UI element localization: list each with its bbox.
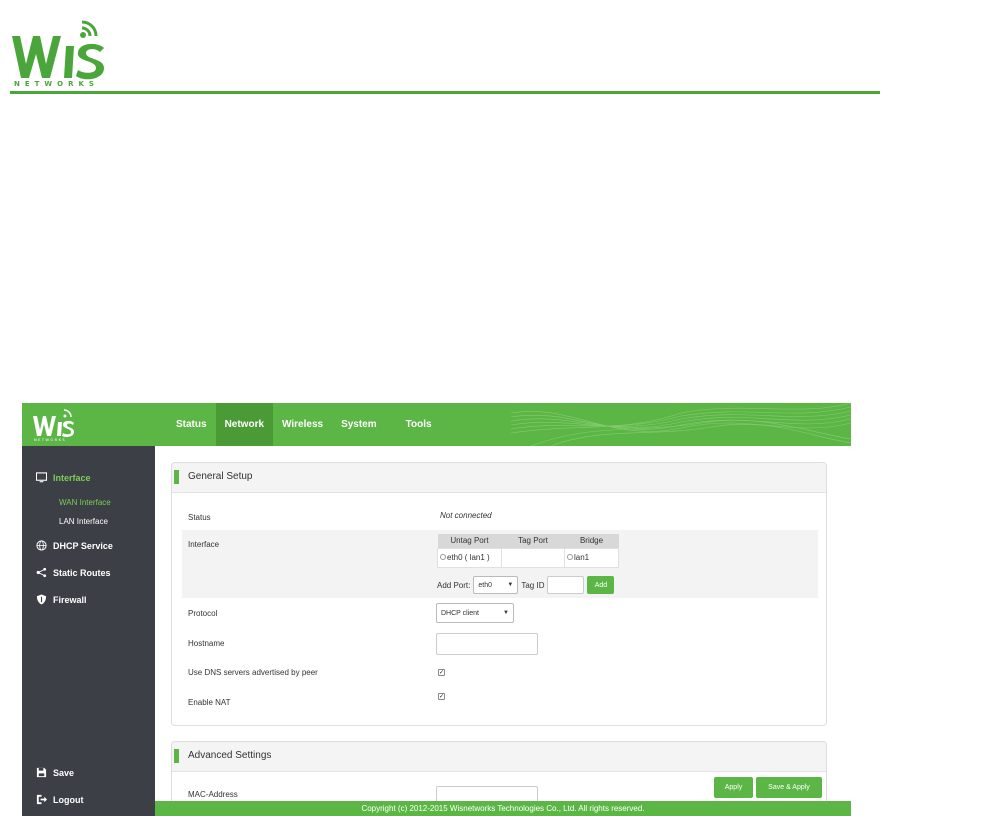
logo-sub-text: NETWORKS <box>14 80 99 88</box>
sidebar-item-dhcp[interactable]: DHCP Service <box>36 540 113 551</box>
untag-radio[interactable] <box>440 554 446 560</box>
dns-checkbox[interactable]: ✓ <box>438 669 445 676</box>
header-logo[interactable]: NETWORKS <box>32 408 76 442</box>
wis-networks-logo: NETWORKS <box>12 20 104 88</box>
sidebar-item-interface-label: Interface <box>53 472 91 483</box>
status-label: Status <box>188 513 211 522</box>
interface-label: Interface <box>188 540 220 549</box>
interface-row: Interface Untag Port Tag Port Bridge eth… <box>182 530 818 598</box>
globe-icon <box>36 540 47 551</box>
nav-system[interactable]: System <box>332 403 386 446</box>
main-nav: Status Network Wireless System Tools <box>167 403 441 446</box>
nav-status[interactable]: Status <box>167 403 216 446</box>
port-header-tag: Tag Port <box>501 534 565 548</box>
hostname-input[interactable] <box>436 633 538 655</box>
hostname-label: Hostname <box>188 639 225 648</box>
general-setup-panel: General Setup Status Not connected Inter… <box>171 462 827 726</box>
caret-down-icon: ▼ <box>507 582 514 588</box>
add-port-label: Add Port: <box>437 580 471 590</box>
general-setup-title: General Setup <box>188 471 253 482</box>
header-wave-decoration <box>511 403 851 446</box>
router-admin-app: NETWORKS Status Network Wireless System … <box>22 403 851 816</box>
bridge-value: lan1 <box>574 553 590 562</box>
tag-id-label: Tag ID <box>521 580 545 590</box>
untag-port-cell[interactable]: eth0 ( lan1 ) <box>437 547 502 568</box>
share-icon <box>36 567 47 578</box>
sidebar-item-interface[interactable]: Interface <box>36 472 91 483</box>
nat-checkbox[interactable]: ✓ <box>438 693 445 700</box>
general-setup-header: General Setup <box>172 463 826 493</box>
shield-icon <box>36 594 47 605</box>
add-port-button[interactable]: Add <box>587 576 615 594</box>
sidebar-save-label: Save <box>53 767 75 778</box>
sidebar-save-button[interactable]: Save <box>36 767 74 778</box>
add-port-row: Add Port: eth0 ▼ Tag ID Add <box>437 575 615 595</box>
bridge-radio[interactable] <box>567 554 573 560</box>
save-icon <box>36 767 47 778</box>
advanced-settings-title: Advanced Settings <box>188 750 272 761</box>
copyright-footer: Copyright (c) 2012-2015 Wisnetworks Tech… <box>155 801 851 816</box>
panel-accent-bar <box>174 470 179 484</box>
sidebar: Interface WAN Interface LAN Interface DH… <box>22 446 155 816</box>
protocol-select[interactable]: DHCP client ▼ <box>436 603 514 623</box>
protocol-select-value: DHCP client <box>441 609 479 617</box>
mac-address-label: MAC-Address <box>188 790 238 799</box>
top-divider <box>10 91 880 94</box>
port-header-bridge: Bridge <box>564 534 619 548</box>
sidebar-item-dhcp-label: DHCP Service <box>53 540 113 551</box>
sidebar-item-firewall-label: Firewall <box>53 594 87 605</box>
header-logo-sub: NETWORKS <box>34 438 66 442</box>
sidebar-item-firewall[interactable]: Firewall <box>36 594 87 605</box>
main-content: General Setup Status Not connected Inter… <box>155 446 851 816</box>
sidebar-sub-lan[interactable]: LAN Interface <box>59 517 108 526</box>
nav-network[interactable]: Network <box>215 403 274 446</box>
logout-icon <box>36 794 47 805</box>
nat-label: Enable NAT <box>188 698 231 707</box>
monitor-icon <box>36 472 47 483</box>
untag-port-value: eth0 ( lan1 ) <box>447 553 490 562</box>
bridge-cell[interactable]: lan1 <box>564 547 619 568</box>
top-header: NETWORKS Status Network Wireless System … <box>22 403 851 446</box>
dns-label: Use DNS servers advertised by peer <box>188 668 318 677</box>
sidebar-logout-button[interactable]: Logout <box>36 794 84 805</box>
sidebar-item-static-routes[interactable]: Static Routes <box>36 567 111 578</box>
advanced-settings-header: Advanced Settings <box>172 742 826 772</box>
protocol-label: Protocol <box>188 609 218 618</box>
tag-port-cell[interactable] <box>501 547 565 568</box>
port-header-untag: Untag Port <box>437 534 502 548</box>
status-value: Not connected <box>440 511 492 520</box>
port-table: Untag Port Tag Port Bridge eth0 ( lan1 )… <box>437 534 619 568</box>
save-apply-button[interactable]: Save & Apply <box>756 777 822 798</box>
apply-button[interactable]: Apply <box>714 777 753 798</box>
sidebar-sub-wan[interactable]: WAN Interface <box>59 498 111 507</box>
add-port-select[interactable]: eth0 ▼ <box>473 576 519 594</box>
tag-id-input[interactable] <box>547 576 585 594</box>
add-port-select-value: eth0 <box>478 581 492 589</box>
sidebar-logout-label: Logout <box>53 794 84 805</box>
sidebar-item-static-routes-label: Static Routes <box>53 567 111 578</box>
caret-down-icon: ▼ <box>503 610 509 616</box>
panel-accent-bar <box>174 749 179 763</box>
nav-tools[interactable]: Tools <box>386 403 441 446</box>
nav-wireless[interactable]: Wireless <box>273 403 332 446</box>
